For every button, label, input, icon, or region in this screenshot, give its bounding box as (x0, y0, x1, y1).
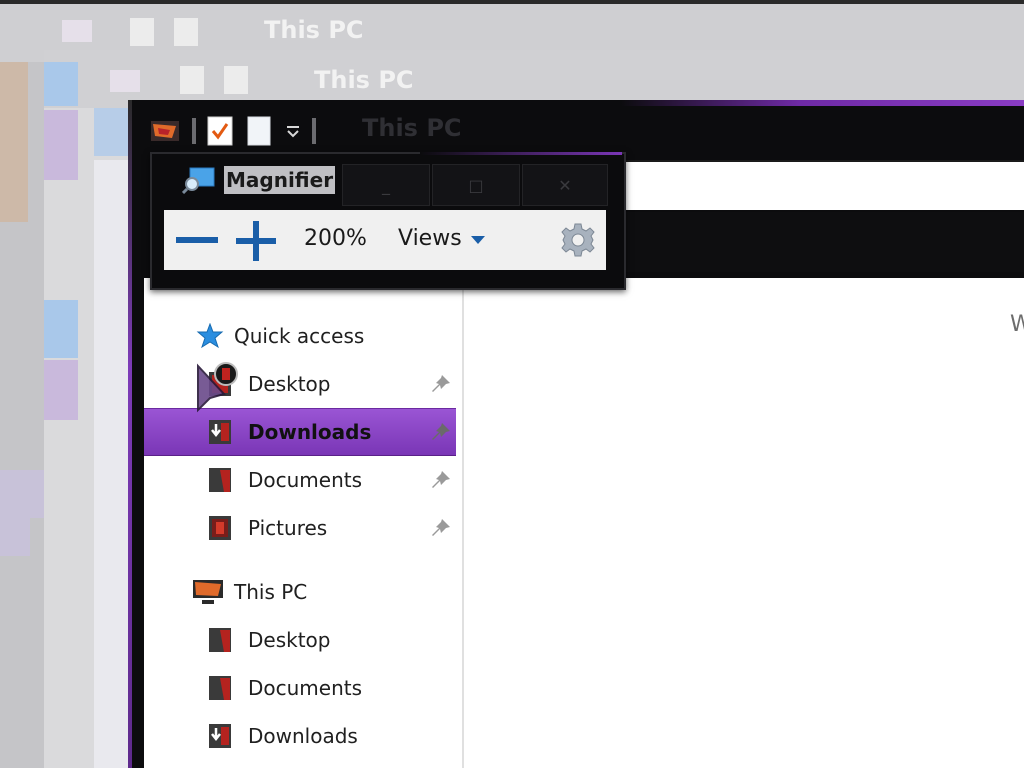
content-partial-text: W (1010, 312, 1024, 337)
nav-pc-item-downloads[interactable]: Downloads (144, 713, 456, 759)
app-icon (110, 70, 140, 92)
pin-icon[interactable] (430, 517, 452, 539)
magnifier-maximize-button[interactable]: □ (432, 164, 520, 206)
background-tile-2 (44, 110, 78, 180)
background-tile-4 (44, 360, 78, 420)
window-title: This PC (362, 114, 462, 142)
quick-access-toolbar (150, 108, 316, 154)
nav-this-pc-label: This PC (234, 580, 308, 604)
zoom-level: 200% (304, 226, 367, 251)
toolbar-separator (312, 118, 316, 144)
background-window-2-title: This PC (314, 66, 414, 94)
desktop-folder-icon (209, 628, 231, 652)
magnifier-accent (420, 152, 622, 155)
views-button[interactable]: Views (398, 226, 462, 251)
magnifier-controls (164, 210, 606, 270)
toolbar-separator (192, 118, 196, 144)
documents-folder-icon (209, 468, 231, 492)
nav-this-pc[interactable]: This PC (144, 569, 456, 615)
new-folder-icon (224, 66, 248, 94)
zoom-in-icon[interactable] (234, 220, 278, 262)
magnifier-close-button[interactable]: ✕ (522, 164, 608, 206)
documents-folder-icon (209, 676, 231, 700)
nav-item-label: Pictures (248, 516, 328, 540)
properties-icon[interactable] (206, 115, 234, 147)
nav-item-label: Desktop (248, 372, 331, 396)
nav-item-desktop[interactable]: Desktop (144, 361, 456, 407)
pin-icon[interactable] (430, 469, 452, 491)
zoom-out-icon[interactable] (174, 222, 220, 258)
background-window-2-pane (94, 160, 128, 768)
magnifier-icon (182, 167, 215, 194)
background-selection-strip-2 (0, 510, 30, 556)
pin-icon[interactable] (430, 373, 452, 395)
star-icon (196, 323, 224, 349)
nav-item-documents[interactable]: Documents (144, 457, 456, 503)
window-accent-border (128, 100, 1024, 106)
ribbon-band (600, 212, 1024, 272)
dropdown-icon[interactable] (284, 121, 302, 141)
nav-quick-access-label: Quick access (234, 324, 365, 348)
nav-item-label: Downloads (248, 420, 372, 444)
background-tile (44, 62, 78, 106)
new-folder-icon[interactable] (244, 115, 274, 147)
downloads-folder-icon (209, 724, 231, 748)
background-window-1-title: This PC (264, 16, 364, 44)
nav-quick-access[interactable]: Quick access (144, 313, 456, 359)
nav-pc-item-desktop[interactable]: Desktop (144, 617, 456, 663)
magnifier-title: Magnifier (224, 166, 336, 194)
pin-icon[interactable] (430, 421, 452, 443)
nav-item-label: Desktop (248, 628, 331, 652)
new-folder-icon (174, 18, 198, 46)
nav-item-label: Downloads (248, 724, 358, 748)
background-tile-3 (44, 300, 78, 358)
mouse-cursor-icon (197, 362, 238, 413)
downloads-folder-icon (209, 420, 231, 444)
content-pane (464, 278, 1024, 768)
nav-item-downloads[interactable]: Downloads (144, 408, 456, 456)
nav-pc-item-documents[interactable]: Documents (144, 665, 456, 711)
settings-gear-icon[interactable] (560, 222, 596, 258)
window-left-border (128, 100, 132, 768)
nav-item-pictures[interactable]: Pictures (144, 505, 456, 551)
nav-item-label: Documents (248, 676, 363, 700)
app-icon[interactable] (150, 118, 182, 144)
background-thumbnail (0, 62, 28, 222)
properties-icon (130, 18, 154, 46)
pictures-folder-icon (209, 516, 231, 540)
address-bar[interactable] (600, 160, 1024, 210)
app-icon (62, 20, 92, 42)
background-tile-5 (94, 108, 128, 156)
this-pc-icon (193, 580, 223, 604)
nav-item-label: Documents (248, 468, 363, 492)
properties-icon (180, 66, 204, 94)
magnifier-minimize-button[interactable]: _ (342, 164, 430, 206)
views-caret-icon[interactable] (470, 234, 486, 246)
